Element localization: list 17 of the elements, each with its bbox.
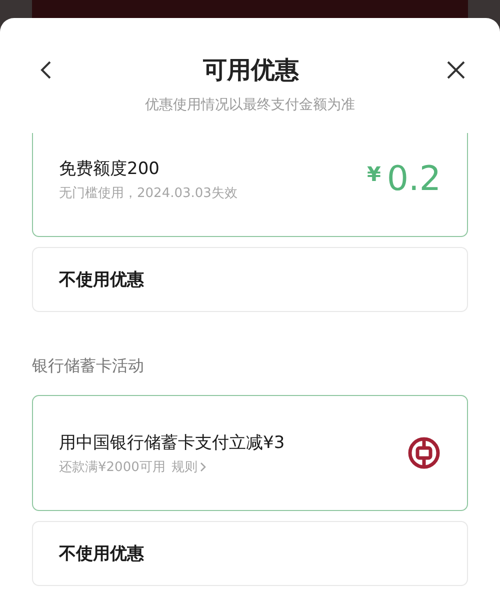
offer-card[interactable]: 免费额度200 无门槛使用，2024.03.03失效 ¥ 0.2 [32, 133, 468, 237]
bank-logo-icon [407, 436, 441, 470]
option-title: 不使用优惠 [59, 269, 144, 291]
sheet-subtitle: 优惠使用情况以最终支付金额为准 [144, 96, 356, 114]
option-title: 免费额度200 [59, 158, 160, 180]
currency-symbol: ¥ [367, 162, 381, 186]
no-discount-option[interactable]: 不使用优惠 [32, 521, 468, 586]
offer-detail: 还款满¥2000可用 [59, 458, 166, 476]
option-title: 不使用优惠 [59, 543, 144, 565]
discount-amount: 0.2 [386, 159, 441, 199]
offer-card[interactable]: 用中国银行储蓄卡支付立减¥3 还款满¥2000可用 规则 [32, 395, 468, 511]
sheet-title: 可用优惠 [203, 55, 299, 86]
option-title: 用中国银行储蓄卡支付立减¥3 [59, 432, 285, 454]
chevron-icon [200, 462, 206, 472]
no-discount-option[interactable]: 不使用优惠 [32, 247, 468, 312]
offer-detail: 无门槛使用，2024.03.03失效 [59, 184, 238, 202]
section-label: 银行储蓄卡活动 [32, 356, 145, 377]
